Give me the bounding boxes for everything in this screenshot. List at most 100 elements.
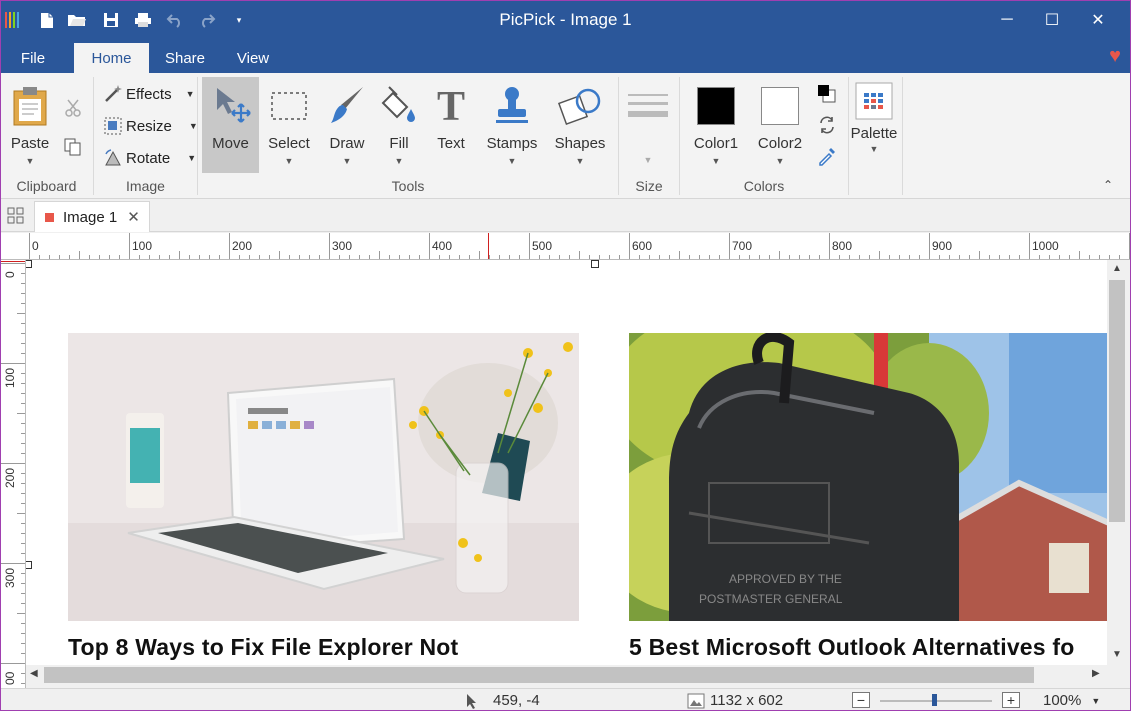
redo-icon[interactable]: [197, 10, 217, 30]
shapes-icon: [558, 77, 602, 135]
scroll-right-icon[interactable]: ▶: [1092, 668, 1100, 679]
new-file-icon[interactable]: [37, 10, 57, 30]
minimize-button[interactable]: ─: [984, 0, 1030, 40]
ruler-label: 900: [932, 239, 953, 253]
close-tab-icon[interactable]: ✕: [127, 208, 140, 226]
chevron-down-icon: ▼: [711, 156, 721, 166]
effects-button[interactable]: Effects ▼: [102, 81, 195, 107]
ruler-label: 300: [332, 239, 353, 253]
resize-button[interactable]: Resize ▼: [102, 113, 198, 139]
chevron-down-icon: ▼: [643, 155, 653, 165]
ruler-label: 800: [832, 239, 853, 253]
palette-button[interactable]: Palette ▼: [850, 77, 898, 172]
open-folder-icon[interactable]: [67, 10, 87, 30]
image-tab-icon: [45, 212, 54, 222]
stamps-label: Stamps: [486, 135, 538, 152]
paste-label: Paste: [10, 135, 50, 152]
group-divider: [902, 77, 903, 195]
resize-icon: [102, 116, 124, 136]
default-colors-button[interactable]: [816, 81, 840, 107]
horizontal-scroll-thumb[interactable]: [44, 667, 1034, 683]
cut-button[interactable]: [62, 95, 86, 121]
zoom-level-dropdown[interactable]: 100% ▼: [1043, 692, 1100, 709]
palette-icon: [855, 77, 893, 125]
ruler-label-text: 0: [3, 271, 17, 278]
fill-tool-button[interactable]: Fill ▼: [376, 77, 422, 172]
close-button[interactable]: ✕: [1075, 0, 1121, 40]
scroll-down-icon[interactable]: ▼: [1112, 649, 1122, 660]
grid-view-icon[interactable]: [7, 207, 24, 224]
color-picker-button[interactable]: [816, 143, 840, 169]
color2-button[interactable]: Color2 ▼: [752, 77, 808, 172]
copy-button[interactable]: [62, 134, 86, 160]
chevron-down-icon: ▼: [394, 156, 404, 166]
vertical-scroll-thumb[interactable]: [1109, 280, 1125, 522]
zoom-out-button[interactable]: −: [852, 692, 870, 708]
customize-dropdown-icon[interactable]: ▾: [229, 10, 249, 30]
select-tool-button[interactable]: Select ▼: [262, 77, 316, 172]
tab-view[interactable]: View: [227, 43, 279, 73]
move-tool-button[interactable]: Move: [202, 77, 259, 173]
shapes-tool-button[interactable]: Shapes ▼: [550, 77, 610, 172]
default-colors-icon: [816, 84, 838, 104]
print-icon[interactable]: [133, 10, 153, 30]
chevron-down-icon: ▼: [1091, 695, 1101, 706]
color1-swatch: [697, 77, 735, 135]
document-tab-image-1[interactable]: Image 1 ✕: [34, 201, 150, 232]
svg-text:POSTMASTER GENERAL: POSTMASTER GENERAL: [699, 592, 843, 606]
rotate-button[interactable]: Rotate ▼: [102, 145, 196, 171]
horizontal-ruler: 0 100 200 300 400 500 600 700 800 900 10…: [0, 233, 1131, 260]
resize-handle[interactable]: [26, 260, 32, 268]
size-button[interactable]: ▼: [624, 77, 672, 172]
cursor-position: 459, -4: [465, 692, 540, 709]
cursor-icon: [467, 693, 476, 709]
maximize-button[interactable]: ☐: [1029, 0, 1075, 40]
heart-icon[interactable]: ♥: [1109, 45, 1121, 68]
chevron-down-icon: ▼: [284, 156, 294, 166]
selection-rectangle-icon: [270, 77, 308, 135]
color1-button[interactable]: Color1 ▼: [688, 77, 744, 172]
scroll-left-icon[interactable]: ◀: [30, 668, 38, 679]
stamps-tool-button[interactable]: Stamps ▼: [482, 77, 542, 172]
text-tool-button[interactable]: T Text: [428, 77, 474, 172]
clipboard-icon: [12, 77, 48, 135]
color1-label: Color1: [693, 135, 739, 152]
ruler-label: 500: [532, 239, 553, 253]
ruler-label-text: 200: [3, 467, 17, 488]
tab-file[interactable]: File: [8, 43, 58, 73]
scroll-up-icon[interactable]: ▲: [1112, 263, 1122, 274]
eyedropper-icon: [816, 146, 838, 166]
image-canvas[interactable]: Top 8 Ways to Fix File Explorer Not APPR…: [26, 260, 1107, 665]
horizontal-scrollbar[interactable]: ◀ ▶: [26, 665, 1107, 685]
svg-text:T: T: [437, 86, 465, 126]
resize-handle[interactable]: [591, 260, 599, 268]
ruler-label-text: 300: [3, 567, 17, 588]
text-label: Text: [437, 135, 465, 152]
ruler-label-text: 00: [3, 671, 17, 685]
ruler-label: 100: [132, 239, 153, 253]
tab-home[interactable]: Home: [74, 43, 149, 73]
group-divider: [848, 77, 849, 195]
document-tab-bar: Image 1 ✕: [0, 199, 1131, 232]
vertical-scrollbar[interactable]: ▲ ▼: [1107, 260, 1127, 665]
chevron-down-icon: ▼: [342, 156, 352, 166]
ruler-label: 1000: [1032, 239, 1059, 253]
collapse-ribbon-icon[interactable]: ⌃: [1103, 178, 1113, 192]
ruler-label: 400: [432, 239, 453, 253]
undo-icon[interactable]: [165, 10, 185, 30]
brush-icon: [327, 77, 367, 135]
swap-colors-button[interactable]: [816, 112, 840, 138]
zoom-slider-thumb[interactable]: [932, 694, 937, 706]
paste-button[interactable]: Paste ▼: [6, 77, 54, 172]
save-icon[interactable]: [101, 10, 121, 30]
tab-share[interactable]: Share: [157, 43, 213, 73]
resize-handle[interactable]: [26, 561, 32, 569]
swap-icon: [816, 115, 838, 135]
ribbon: Paste ▼ Clipboard Effects ▼ Resize ▼ Rot…: [0, 73, 1131, 199]
image-group-label: Image: [126, 178, 165, 194]
chevron-down-icon: ▼: [869, 144, 879, 154]
clipboard-group-label: Clipboard: [16, 178, 77, 194]
move-label: Move: [212, 135, 249, 152]
draw-tool-button[interactable]: Draw ▼: [322, 77, 372, 172]
zoom-in-button[interactable]: +: [1002, 692, 1020, 708]
